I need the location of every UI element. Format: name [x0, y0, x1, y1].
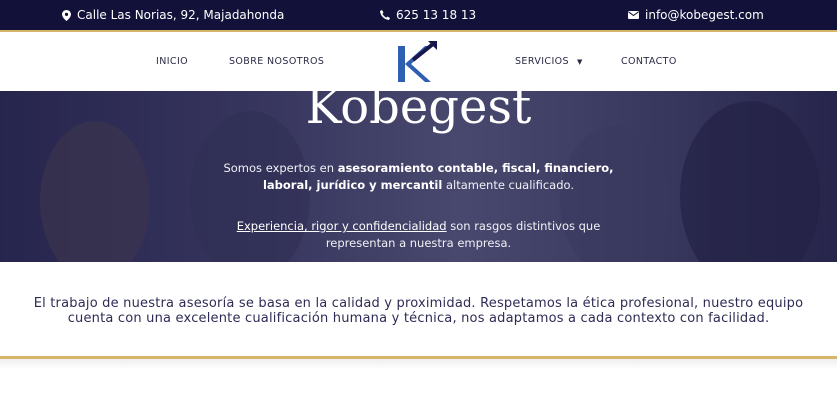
address-text: Calle Las Norias, 92, Majadahonda	[77, 8, 285, 22]
hero-text-line-2: laboral, jurídico y mercantil altamente …	[262, 178, 575, 192]
hero-banner: Kobegest Somos expertos en asesoramiento…	[0, 91, 837, 262]
hero-text-line-1: Somos expertos en asesoramiento contable…	[223, 161, 614, 175]
location-pin-icon	[62, 9, 71, 21]
email-item[interactable]: info@kobegest.com	[628, 0, 764, 30]
description-line-1: El trabajo de nuestra asesoría se basa e…	[33, 296, 804, 311]
nav-servicios-label: SERVICIOS	[515, 56, 569, 67]
hero-text-line-3: Experiencia, rigor y confidencialidad so…	[236, 219, 601, 233]
address-item: Calle Las Norias, 92, Majadahonda	[62, 0, 284, 30]
hero-title: Kobegest	[305, 91, 532, 135]
nav-inicio[interactable]: INICIO	[156, 32, 188, 91]
nav-servicios[interactable]: SERVICIOS ▼	[515, 32, 583, 91]
contact-bar: Calle Las Norias, 92, Majadahonda 625 13…	[0, 0, 837, 30]
nav-sobre-nosotros[interactable]: SOBRE NOSOTROS	[229, 32, 324, 91]
description-line-2: cuenta con una excelente cualificación h…	[67, 311, 770, 326]
caret-down-icon: ▼	[576, 57, 583, 66]
email-text[interactable]: info@kobegest.com	[645, 8, 764, 22]
kobegest-logo[interactable]: K	[395, 38, 439, 86]
phone-icon	[380, 10, 390, 20]
nav-contacto[interactable]: CONTACTO	[621, 32, 677, 91]
phone-text[interactable]: 625 13 18 13	[396, 8, 476, 22]
hero-text-line-4: representan a nuestra empresa.	[325, 236, 512, 250]
envelope-icon	[628, 11, 639, 19]
phone-item[interactable]: 625 13 18 13	[380, 0, 476, 30]
